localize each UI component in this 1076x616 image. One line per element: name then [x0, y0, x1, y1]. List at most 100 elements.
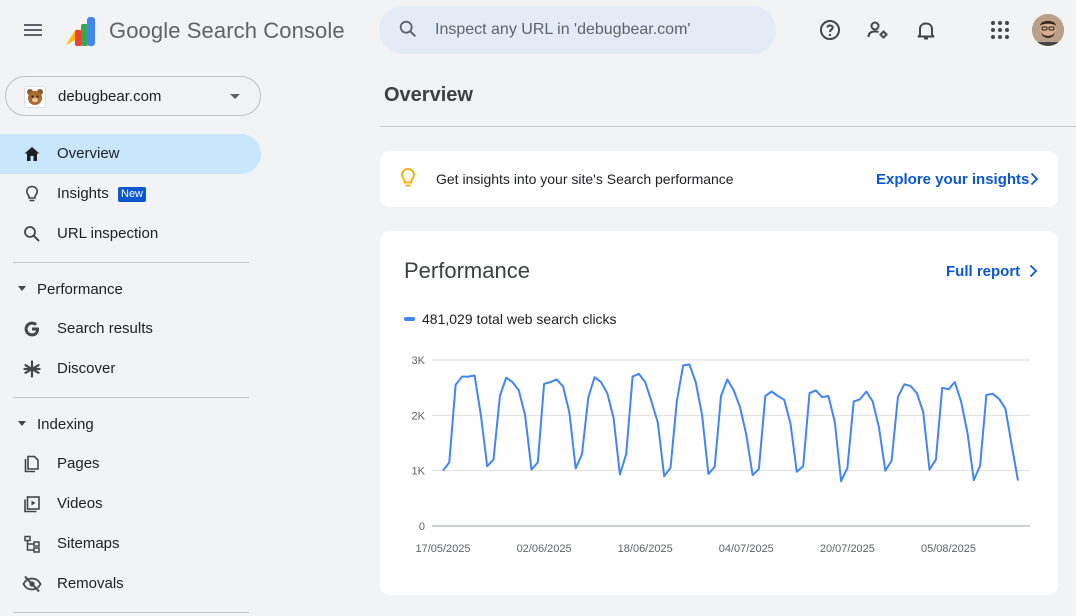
data-point[interactable] [567, 411, 571, 415]
data-point[interactable] [972, 478, 976, 482]
data-point[interactable] [776, 394, 780, 398]
property-selector[interactable]: debugbear.com [5, 76, 261, 116]
data-point[interactable] [883, 469, 887, 473]
data-point[interactable] [921, 410, 925, 414]
data-point[interactable] [890, 459, 894, 463]
url-inspection-search[interactable] [379, 6, 776, 54]
data-point[interactable] [542, 382, 546, 386]
data-point[interactable] [593, 375, 597, 379]
chevron-right-icon[interactable] [1028, 264, 1038, 278]
app-brand-name[interactable]: Google Search Console [109, 18, 345, 44]
data-point[interactable] [668, 466, 672, 470]
data-point[interactable] [757, 467, 761, 471]
data-point[interactable] [965, 431, 969, 435]
data-point[interactable] [801, 464, 805, 468]
url-inspection-input[interactable] [435, 18, 755, 42]
data-point[interactable] [770, 390, 774, 394]
sidebar-section-performance[interactable]: Performance [0, 271, 261, 307]
sidebar-item-search-results[interactable]: Search results [0, 309, 261, 349]
sidebar-item-pages[interactable]: Pages [0, 444, 261, 484]
data-point[interactable] [618, 473, 622, 477]
data-point[interactable] [845, 466, 849, 470]
notifications-icon[interactable] [914, 18, 938, 42]
data-point[interactable] [782, 398, 786, 402]
data-point[interactable] [877, 426, 881, 430]
data-point[interactable] [826, 394, 830, 398]
data-point[interactable] [447, 460, 451, 464]
sidebar-item-insights[interactable]: Insights New [0, 174, 261, 214]
sidebar-item-discover[interactable]: Discover [0, 349, 261, 389]
data-point[interactable] [473, 373, 477, 377]
data-point[interactable] [460, 375, 464, 379]
data-point[interactable] [492, 458, 496, 462]
data-point[interactable] [650, 400, 654, 404]
data-point[interactable] [997, 397, 1001, 401]
data-point[interactable] [454, 383, 458, 387]
data-point[interactable] [725, 377, 729, 381]
data-point[interactable] [504, 376, 508, 380]
data-point[interactable] [902, 382, 906, 386]
data-point[interactable] [523, 413, 527, 417]
data-point[interactable] [858, 397, 862, 401]
data-point[interactable] [864, 390, 868, 394]
data-point[interactable] [814, 388, 818, 392]
data-point[interactable] [605, 391, 609, 395]
data-point[interactable] [833, 420, 837, 424]
user-avatar[interactable] [1032, 14, 1064, 46]
data-point[interactable] [536, 460, 540, 464]
data-point[interactable] [871, 400, 875, 404]
help-icon[interactable] [818, 18, 842, 42]
full-report-link[interactable]: Full report [946, 263, 1020, 280]
data-point[interactable] [517, 388, 521, 392]
data-point[interactable] [744, 433, 748, 437]
data-point[interactable] [694, 380, 698, 384]
data-point[interactable] [662, 474, 666, 478]
data-point[interactable] [498, 394, 502, 398]
data-point[interactable] [928, 468, 932, 472]
explore-insights-link[interactable]: Explore your insights [876, 171, 1029, 188]
data-point[interactable] [1003, 407, 1007, 411]
data-point[interactable] [511, 380, 515, 384]
data-point[interactable] [852, 400, 856, 404]
data-point[interactable] [719, 394, 723, 398]
data-point[interactable] [738, 405, 742, 409]
data-point[interactable] [959, 400, 963, 404]
data-point[interactable] [839, 479, 843, 483]
data-point[interactable] [978, 464, 982, 468]
data-point[interactable] [795, 470, 799, 474]
data-point[interactable] [984, 393, 988, 397]
manage-users-icon[interactable] [866, 18, 890, 42]
sidebar-item-sitemaps[interactable]: Sitemaps [0, 524, 261, 564]
data-point[interactable] [706, 472, 710, 476]
data-point[interactable] [713, 465, 717, 469]
data-point[interactable] [807, 391, 811, 395]
data-point[interactable] [681, 364, 685, 368]
data-point[interactable] [953, 380, 957, 384]
data-point[interactable] [561, 385, 565, 389]
data-point[interactable] [466, 375, 470, 379]
data-point[interactable] [631, 375, 635, 379]
data-point[interactable] [946, 387, 950, 391]
data-point[interactable] [580, 452, 584, 456]
data-point[interactable] [751, 473, 755, 477]
data-point[interactable] [915, 391, 919, 395]
sidebar-item-videos[interactable]: Videos [0, 484, 261, 524]
data-point[interactable] [479, 413, 483, 417]
data-point[interactable] [732, 388, 736, 392]
data-point[interactable] [763, 394, 767, 398]
data-point[interactable] [441, 469, 445, 473]
series-line-clicks[interactable] [442, 363, 1019, 483]
sidebar-item-overview[interactable]: Overview [0, 134, 261, 174]
hamburger-menu-icon[interactable] [21, 18, 45, 42]
data-point[interactable] [624, 452, 628, 456]
data-point[interactable] [1016, 479, 1020, 483]
data-point[interactable] [529, 468, 533, 472]
sidebar-section-indexing[interactable]: Indexing [0, 406, 261, 442]
sidebar-item-removals[interactable]: Removals [0, 564, 261, 604]
data-point[interactable] [687, 362, 691, 366]
data-point[interactable] [555, 377, 559, 381]
data-point[interactable] [637, 372, 641, 376]
data-point[interactable] [940, 386, 944, 390]
data-point[interactable] [700, 413, 704, 417]
data-point[interactable] [1010, 443, 1014, 447]
